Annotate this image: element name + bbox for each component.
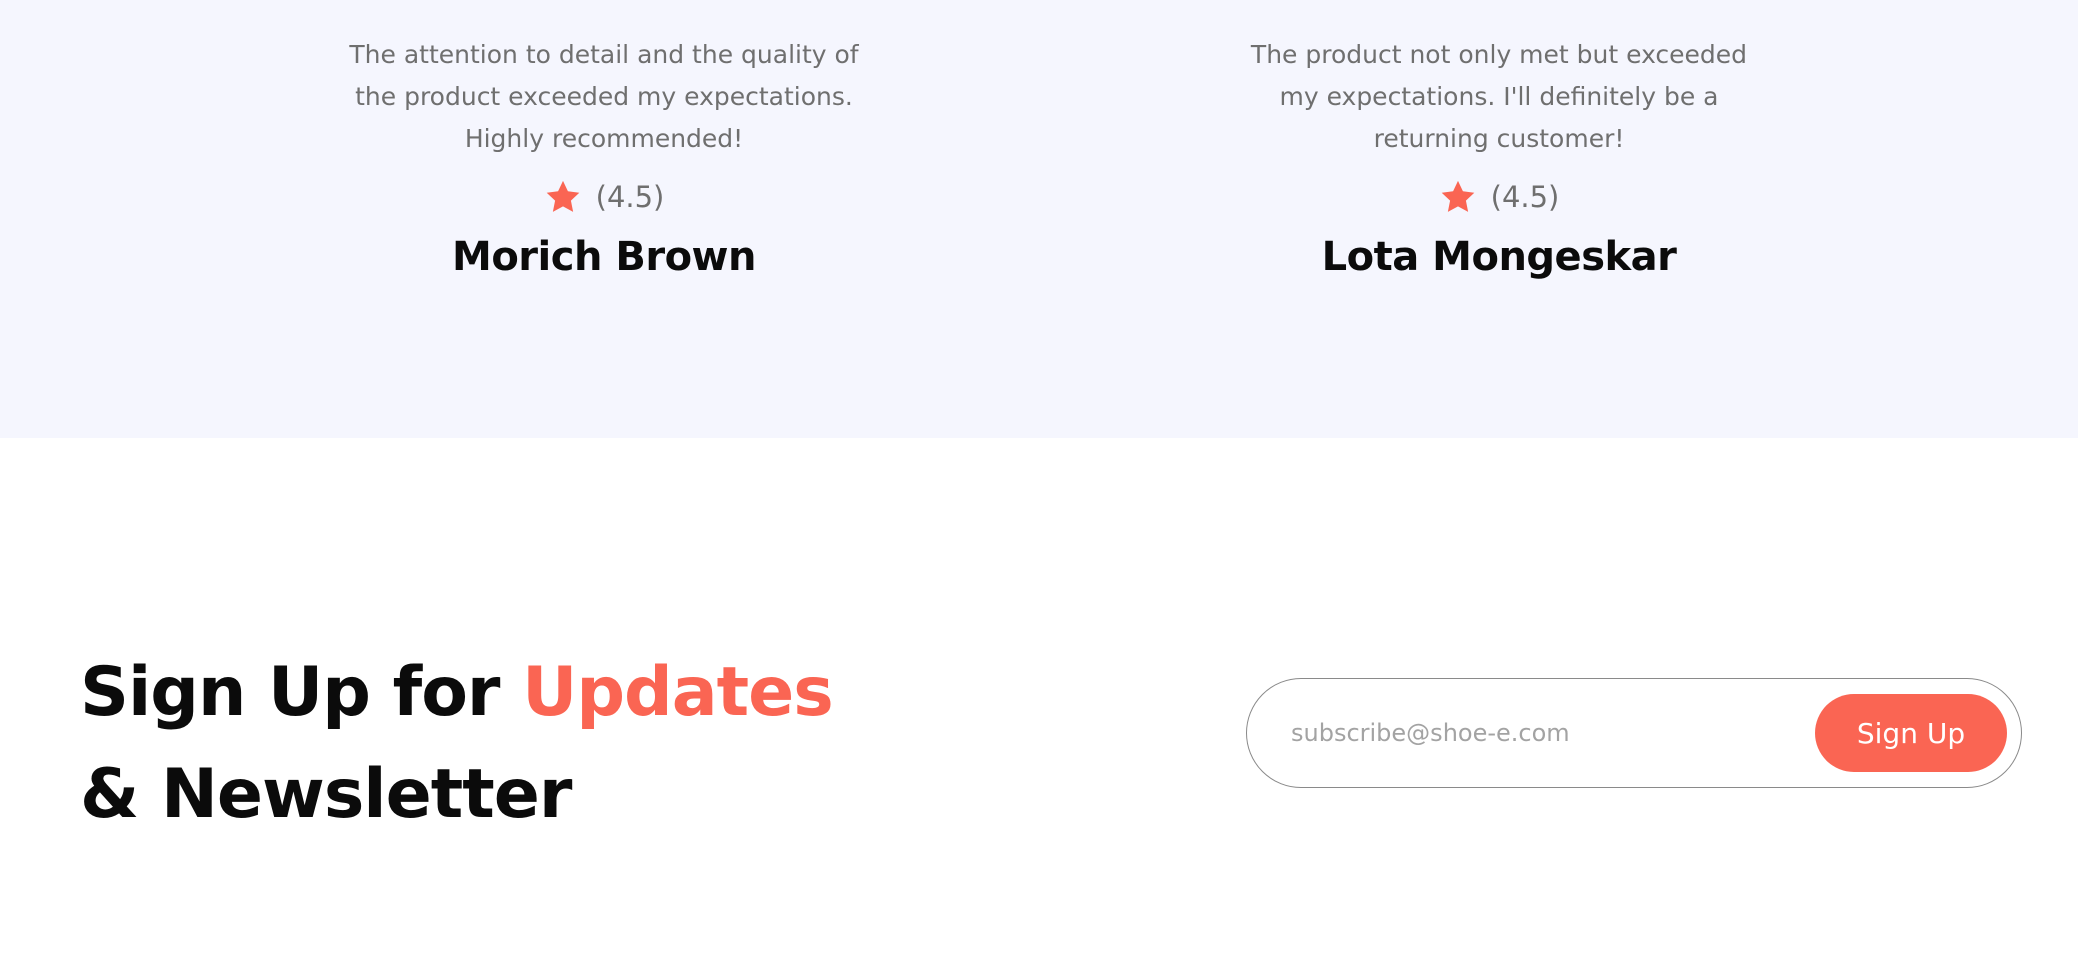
testimonial-text-line: the product exceeded my expectations. [355,82,853,111]
rating-value: (4.5) [1490,180,1560,214]
rating-value: (4.5) [595,180,665,214]
testimonial-card: The product not only met but exceeded my… [1219,0,1779,280]
testimonials-section: The attention to detail and the quality … [0,0,2078,438]
testimonial-text: The product not only met but exceeded my… [1219,0,1779,160]
reviewer-name: Lota Mongeskar [1321,234,1677,280]
newsletter-heading: Sign Up for Updates & Newsletter [80,642,834,846]
testimonial-text-line: The attention to detail and the quality … [349,40,859,69]
sign-up-button[interactable]: Sign Up [1815,694,2007,772]
email-input[interactable] [1291,705,1811,761]
subscribe-form: Sign Up [1246,678,2022,788]
testimonial-text: The attention to detail and the quality … [324,0,884,160]
newsletter-section: Sign Up for Updates & Newsletter Sign Up [0,438,2078,978]
heading-text: & Newsletter [80,755,572,834]
testimonial-text-line: Highly recommended! [464,124,744,153]
rating: (4.5) [1219,174,1779,220]
testimonial-text-line: returning customer! [1373,124,1625,153]
testimonial-text-line: The product not only met but exceeded [1250,40,1748,69]
heading-accent-text: Updates [522,653,834,732]
heading-text: Sign Up for [80,653,523,732]
star-icon [1441,180,1474,212]
testimonial-card: The attention to detail and the quality … [324,0,884,280]
reviewer-name: Morich Brown [452,234,756,280]
star-icon [546,180,579,212]
testimonial-text-line: my expectations. I'll definitely be a [1279,82,1719,111]
rating: (4.5) [324,174,884,220]
